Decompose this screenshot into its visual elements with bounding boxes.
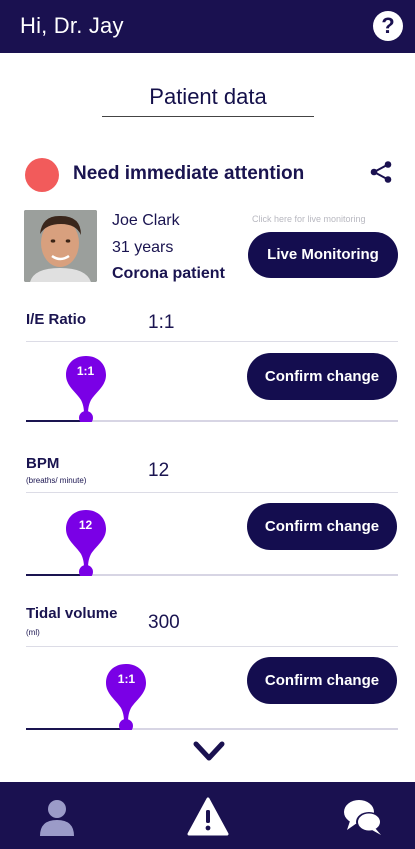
bpm-label: BPM [26,455,60,472]
bpm-slider-label: 12 [78,518,93,532]
ie-ratio-slider-label: 1:1 [76,364,95,378]
ie-ratio-value: 1:1 [148,312,175,333]
user-icon[interactable] [36,796,78,838]
tidal-volume-slider[interactable] [26,728,398,730]
patient-age: 31 years [112,239,174,256]
bpm-slider-thumb[interactable]: 12 [64,508,108,579]
share-icon[interactable] [369,160,393,184]
tidal-volume-value: 300 [148,612,180,633]
confirm-tidal-volume-button[interactable]: Confirm change [247,657,397,704]
tidal-volume-slider-label: 1:1 [117,672,136,686]
bpm-unit: (breaths/ minute) [26,476,87,485]
live-monitoring-hint: Click here for live monitoring [252,214,366,224]
divider [26,341,398,342]
alert-icon[interactable] [187,796,229,838]
bottom-navigation [0,782,415,849]
app-header: Hi, Dr. Jay ? [0,0,415,53]
chat-icon[interactable] [342,796,384,838]
patient-name: Joe Clark [112,212,180,229]
divider [26,492,398,493]
bpm-value: 12 [148,460,170,481]
status-indicator [25,158,59,192]
greeting-text: Hi, Dr. Jay [20,13,124,38]
page-title: Patient data [102,84,314,117]
live-monitoring-button[interactable]: Live Monitoring [248,232,398,278]
patient-condition: Corona patient [112,265,225,282]
tidal-volume-label: Tidal volume [26,605,118,622]
help-button[interactable]: ? [373,11,403,41]
divider [26,646,398,647]
ie-ratio-slider-thumb[interactable]: 1:1 [64,354,108,425]
tidal-volume-slider-thumb[interactable]: 1:1 [104,662,148,733]
confirm-ie-ratio-button[interactable]: Confirm change [247,353,397,400]
status-text: Need immediate attention [73,163,305,184]
confirm-bpm-button[interactable]: Confirm change [247,503,397,550]
ie-ratio-label: I/E Ratio [26,311,87,328]
chevron-down-icon[interactable] [193,741,225,763]
patient-avatar [24,210,97,282]
tidal-volume-unit: (ml) [26,628,40,637]
